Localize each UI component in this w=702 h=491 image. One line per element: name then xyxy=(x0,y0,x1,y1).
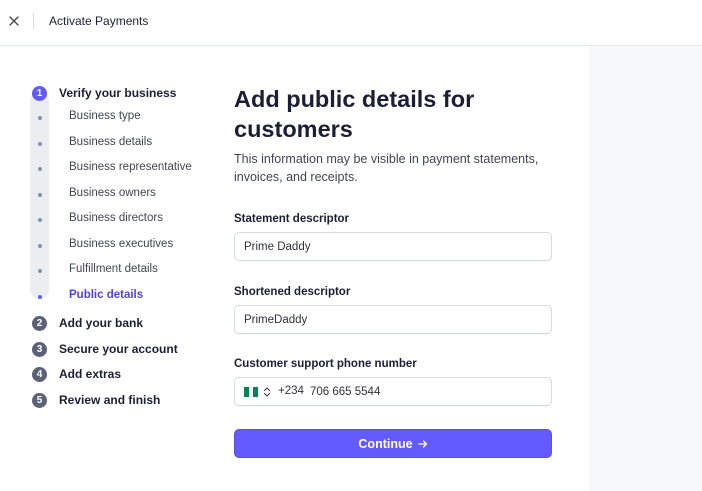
chevron-up-down-icon[interactable] xyxy=(263,386,271,398)
substep-dot xyxy=(37,295,42,299)
step-review-finish[interactable]: 5 Review and finish xyxy=(30,391,160,409)
statement-descriptor-input[interactable] xyxy=(244,239,534,255)
right-side-panel xyxy=(589,46,702,491)
step-number: 5 xyxy=(32,392,47,408)
support-phone-field[interactable]: +234 xyxy=(234,377,552,406)
step-label: Review and finish xyxy=(59,393,161,407)
substep-label: Business details xyxy=(69,136,153,148)
substep-business-directors[interactable]: Business directors xyxy=(30,211,230,229)
step-number: 3 xyxy=(32,341,47,357)
shortened-descriptor-input[interactable] xyxy=(244,312,534,328)
step-number: 1 xyxy=(32,85,47,101)
topbar-divider xyxy=(33,13,34,29)
substep-label: Fulfillment details xyxy=(69,263,158,275)
substep-label: Business directors xyxy=(69,212,163,224)
substep-dot xyxy=(37,218,42,222)
substep-label: Business owners xyxy=(69,187,156,199)
substep-dot xyxy=(37,193,42,197)
step-label: Verify your business xyxy=(59,86,177,100)
step-add-extras[interactable]: 4 Add extras xyxy=(30,365,121,383)
step-number: 4 xyxy=(32,366,47,382)
step-number: 2 xyxy=(32,315,47,331)
step-add-bank[interactable]: 2 Add your bank xyxy=(30,314,143,332)
substep-dot xyxy=(37,142,42,146)
nigeria-flag-icon[interactable] xyxy=(244,387,259,397)
substep-public-details[interactable]: Public details xyxy=(30,288,230,306)
shortened-descriptor-label: Shortened descriptor xyxy=(234,286,351,298)
substep-business-details[interactable]: Business details xyxy=(30,135,230,153)
substep-dot xyxy=(37,116,42,120)
substep-label: Business representative xyxy=(69,161,192,173)
substep-business-representative[interactable]: Business representative xyxy=(30,160,230,178)
substep-dot xyxy=(37,244,42,248)
support-phone-input[interactable] xyxy=(310,384,540,400)
substep-label: Business executives xyxy=(69,238,174,250)
substep-label: Business type xyxy=(69,110,141,122)
top-bar: Activate Payments xyxy=(0,0,702,46)
step-verify-business[interactable]: 1 Verify your business xyxy=(30,84,176,102)
close-icon[interactable] xyxy=(4,11,24,31)
shortened-descriptor-field[interactable] xyxy=(234,305,552,334)
continue-button-label: Continue xyxy=(358,436,413,451)
page-title: Activate Payments xyxy=(49,14,149,28)
support-phone-label: Customer support phone number xyxy=(234,358,417,370)
arrow-right-icon xyxy=(417,439,427,448)
substep-fulfillment-details[interactable]: Fulfillment details xyxy=(30,262,230,280)
statement-descriptor-field[interactable] xyxy=(234,232,552,261)
form-heading: Add public details for customers xyxy=(234,86,475,142)
step-label: Secure your account xyxy=(59,342,178,356)
step-label: Add your bank xyxy=(59,316,144,330)
continue-button[interactable]: Continue xyxy=(234,429,552,458)
substep-dot xyxy=(37,167,42,171)
substep-business-type[interactable]: Business type xyxy=(30,109,230,127)
step-secure-account[interactable]: 3 Secure your account xyxy=(30,340,178,358)
substep-business-executives[interactable]: Business executives xyxy=(30,237,230,255)
step-label: Add extras xyxy=(59,367,122,381)
dial-code: +234 xyxy=(278,385,304,397)
substep-dot xyxy=(37,269,42,273)
substep-label: Public details xyxy=(69,289,144,301)
statement-descriptor-label: Statement descriptor xyxy=(234,213,350,225)
form-description: This information may be visible in payme… xyxy=(234,152,539,184)
substep-business-owners[interactable]: Business owners xyxy=(30,186,230,204)
